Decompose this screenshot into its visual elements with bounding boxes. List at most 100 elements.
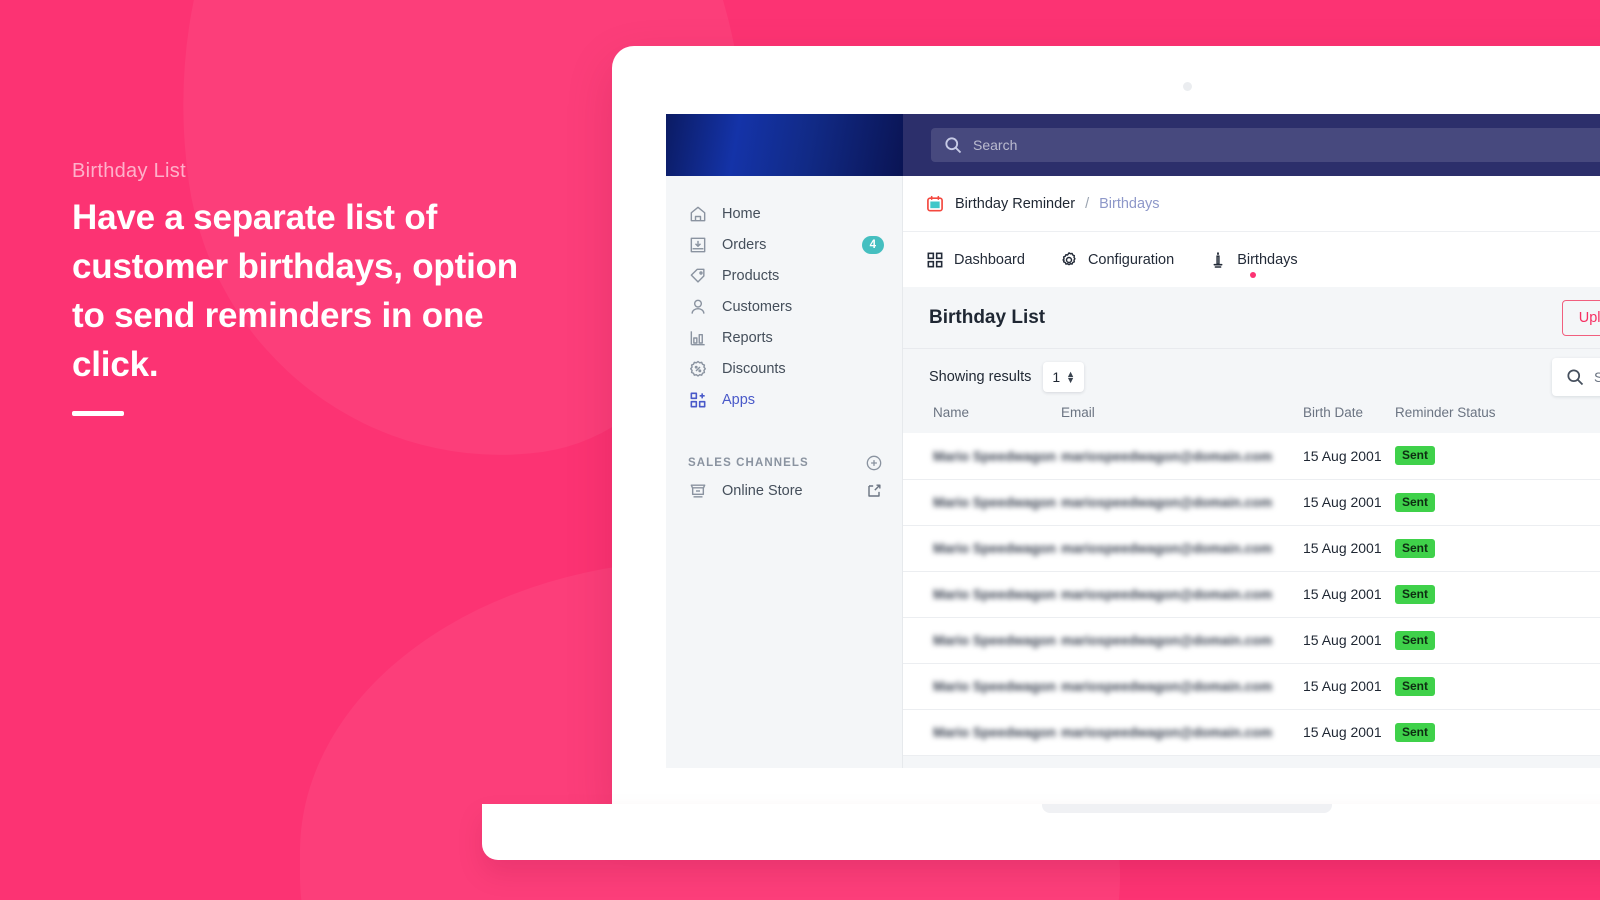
tab-birthdays[interactable]: Birthdays — [1208, 232, 1298, 287]
breadcrumb-separator: / — [1085, 195, 1090, 212]
results-per-page-value: 1 — [1052, 369, 1061, 385]
cell-birth-date: 15 Aug 2001 — [1303, 724, 1382, 740]
sidebar-item-products[interactable]: Products — [666, 260, 902, 291]
customer-name: Mario Speedwagon — [933, 448, 1057, 464]
cell-birth-date: 15 Aug 2001 — [1303, 632, 1382, 648]
home-icon — [690, 206, 706, 221]
showing-results-label: Showing results — [929, 369, 1032, 385]
cell-name: Mario Speedwagon — [903, 709, 1061, 755]
sidebar-label: Apps — [722, 391, 756, 408]
promo-stage: Birthday List Have a separate list of cu… — [0, 0, 1600, 900]
table-row[interactable]: Mario Speedwagon mariospeedwagon@domain.c… — [903, 571, 1600, 617]
column-header-birth-date: Birth Date — [1303, 405, 1364, 420]
customer-email: mariospeedwagon@domain.com — [1061, 541, 1273, 556]
status-badge: Sent — [1395, 446, 1436, 466]
status-badge: Sent — [1395, 492, 1436, 512]
apps-icon — [690, 392, 706, 407]
add-channel-icon[interactable] — [864, 453, 884, 473]
table-row[interactable]: Mario Speedwagon mariospeedwagon@domain.c… — [903, 617, 1600, 663]
gear-icon — [1062, 251, 1076, 265]
table-search-input[interactable]: Search — [1552, 358, 1600, 396]
cell-reminder-status: Sent — [1395, 433, 1600, 479]
table-row[interactable]: Mario Speedwagon mariospeedwagon@domain.c… — [903, 525, 1600, 571]
cell-birth-date: 15 Aug 2001 — [1303, 586, 1382, 602]
table-row[interactable]: Mario Speedwagon mariospeedwagon@domain.c… — [903, 709, 1600, 755]
tab-dashboard[interactable]: Dashboard — [925, 232, 1025, 287]
external-link-icon[interactable] — [864, 481, 884, 501]
customer-name: Mario Speedwagon — [933, 495, 1057, 510]
calendar-icon — [927, 195, 943, 211]
panel-header: Birthday List Upload Birthdays CSV — [903, 287, 1600, 349]
customer-name: Mario Speedwagon — [933, 633, 1057, 648]
cell-name: Mario Speedwagon — [903, 433, 1061, 479]
cell-birth-date: 15 Aug 2001 — [1303, 447, 1382, 464]
breadcrumb-app[interactable]: Birthday Reminder — [955, 196, 1075, 212]
status-badge: Sent — [1395, 676, 1436, 696]
tab-label: Dashboard — [954, 251, 1025, 268]
promo-underline — [72, 411, 124, 416]
column-header-name: Name — [933, 405, 970, 420]
cell-email: mariospeedwagon@domain.com — [1061, 709, 1303, 755]
sidebar-item-discounts[interactable]: Discounts — [666, 353, 902, 384]
sidebar-item-orders[interactable]: Orders 4 — [666, 229, 902, 260]
table-row[interactable]: Mario Speedwagon mariospeedwagon@domain.c… — [903, 663, 1600, 709]
birthday-table: Name Email Birth Date Reminder Status Ma… — [903, 405, 1600, 756]
customer-name: Mario Speedwagon — [933, 679, 1057, 694]
birthday-list-panel: Birthday List Upload Birthdays CSV Showi… — [903, 287, 1600, 768]
webcam-dot — [1183, 82, 1192, 91]
table-search-placeholder: Search — [1594, 369, 1600, 385]
customer-name: Mario Speedwagon — [933, 725, 1057, 740]
cell-reminder-status: Sent — [1395, 571, 1600, 617]
main-panel: Birthday Reminder / Birthdays Dashboard — [903, 176, 1600, 768]
sidebar-item-reports[interactable]: Reports — [666, 322, 902, 353]
promo-headline: Have a separate list of customer birthda… — [72, 198, 518, 384]
cell-reminder-status: Sent — [1395, 663, 1600, 709]
sidebar-label: Home — [722, 205, 761, 222]
upload-birthdays-csv-button[interactable]: Upload Birthdays CSV — [1561, 299, 1600, 336]
orders-badge: 4 — [861, 235, 884, 254]
search-icon — [945, 137, 962, 154]
sidebar-label: Products — [722, 267, 780, 284]
cell-name: Mario Speedwagon — [903, 525, 1061, 571]
cell-name: Mario Speedwagon — [903, 663, 1061, 709]
topbar-main: Search — [903, 114, 1600, 176]
cell-email: mariospeedwagon@domain.com — [1061, 525, 1303, 571]
global-search-input[interactable]: Search — [931, 128, 1600, 162]
customer-name: Mario Speedwagon — [933, 587, 1057, 602]
cell-name: Mario Speedwagon — [903, 571, 1061, 617]
tab-label: Configuration — [1087, 251, 1175, 268]
customer-email: mariospeedwagon@domain.com — [1061, 679, 1273, 694]
sidebar-label: Discounts — [722, 360, 786, 377]
grid-icon — [927, 252, 943, 267]
laptop-mockup: Search Home Orders 4 Products Customers … — [482, 46, 1600, 860]
page-title: Birthday List — [929, 306, 1046, 328]
customer-email: mariospeedwagon@domain.com — [1061, 587, 1273, 602]
table-header-row: Name Email Birth Date Reminder Status — [903, 405, 1600, 433]
tab-configuration[interactable]: Configuration — [1059, 232, 1174, 287]
app-tabs: Dashboard Configuration Birthdays — [903, 231, 1600, 287]
store-icon — [690, 483, 706, 498]
sidebar-item-customers[interactable]: Customers — [666, 291, 902, 322]
stepper-arrows-icon: ▲ ▼ — [1066, 369, 1076, 385]
cell-birth-date: 15 Aug 2001 — [1303, 678, 1382, 694]
laptop-lid: Search Home Orders 4 Products Customers … — [612, 46, 1600, 806]
customer-email: mariospeedwagon@domain.com — [1061, 725, 1273, 740]
bar-chart-icon — [690, 330, 705, 345]
promo-copy: Birthday List Have a separate list of cu… — [72, 160, 542, 416]
customer-email: mariospeedwagon@domain.com — [1061, 448, 1273, 464]
sidebar-item-apps[interactable]: Apps — [666, 384, 902, 415]
cell-name: Mario Speedwagon — [903, 617, 1061, 663]
customer-email: mariospeedwagon@domain.com — [1061, 495, 1273, 510]
table-head: Name Email Birth Date Reminder Status — [903, 405, 1600, 433]
results-per-page-stepper[interactable]: 1 ▲ ▼ — [1043, 362, 1085, 392]
table-row[interactable]: Mario Speedwagon mariospeedwagon@domain.c… — [903, 433, 1600, 479]
sidebar-item-home[interactable]: Home — [666, 198, 902, 229]
table-row[interactable]: Mario Speedwagon mariospeedwagon@domain.c… — [903, 479, 1600, 525]
sales-channels-title: SALES CHANNELS — [688, 457, 809, 469]
sidebar-item-online-store[interactable]: Online Store — [666, 475, 902, 506]
customer-email: mariospeedwagon@domain.com — [1061, 633, 1273, 648]
table-toolbar: Showing results 1 ▲ ▼ S — [903, 349, 1600, 405]
cell-birth-date: 15 Aug 2001 — [1303, 494, 1382, 510]
cell-reminder-status: Sent — [1395, 709, 1600, 755]
orders-icon — [690, 237, 706, 252]
